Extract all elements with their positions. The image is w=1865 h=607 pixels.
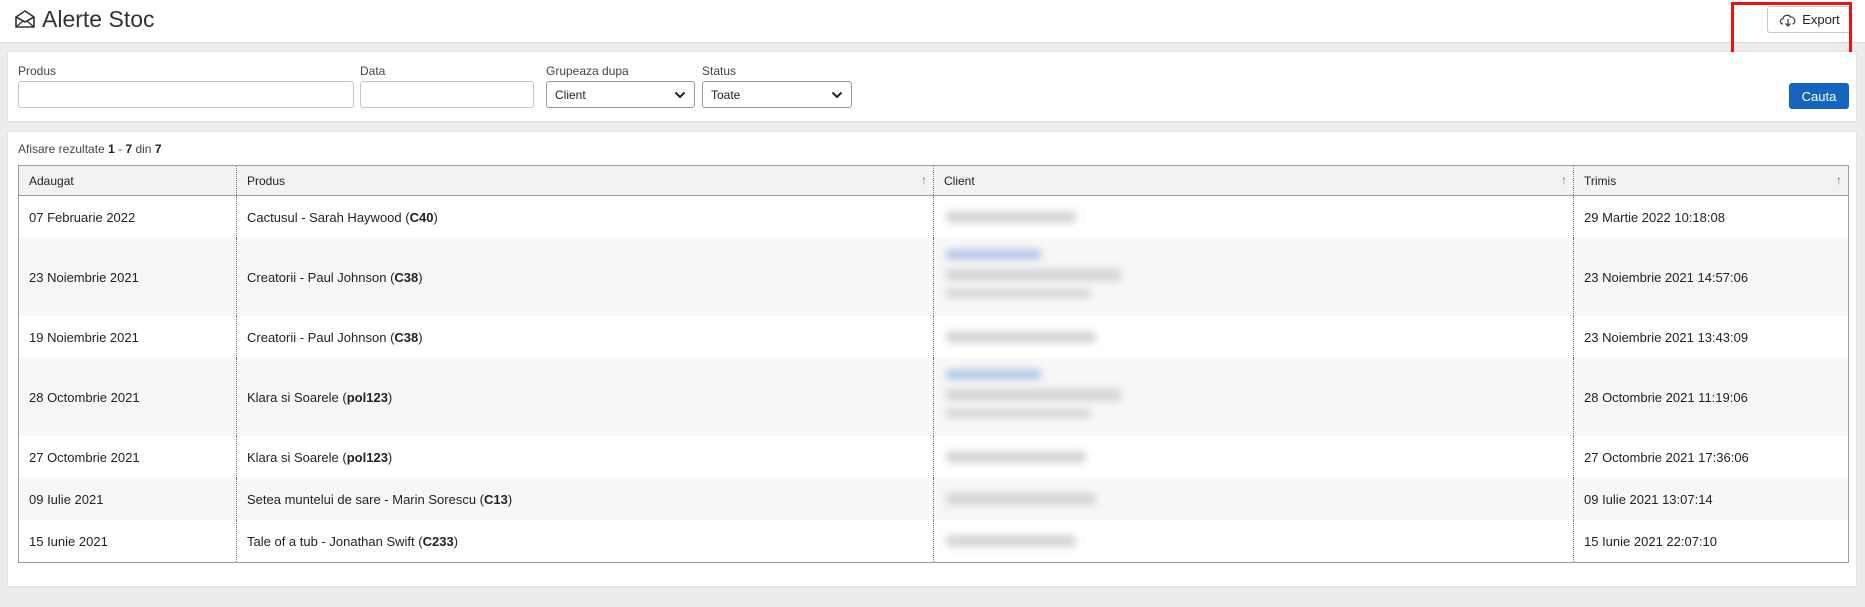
table-row: 15 Iunie 2021 Tale of a tub - Jonathan Sw… xyxy=(18,520,1849,563)
cell-trimis: 09 Iulie 2021 13:07:14 xyxy=(1573,478,1849,520)
client-info-blurred xyxy=(944,358,1563,436)
results-dash: - xyxy=(118,142,123,156)
product-code: C233 xyxy=(422,533,454,549)
results-total: 7 xyxy=(154,142,162,156)
table-row: 27 Octombrie 2021 Klara si Soarele (pol12… xyxy=(19,436,1849,478)
cell-adaugat: 07 Februarie 2022 xyxy=(29,209,136,225)
page-title: Alerte Stoc xyxy=(14,4,155,34)
cell-produs: Creatorii - Paul Johnson (C38) xyxy=(236,316,934,358)
data-input[interactable] xyxy=(360,81,534,108)
cell-trimis: 28 Octombrie 2021 11:19:06 xyxy=(1573,358,1849,436)
cell-client xyxy=(933,238,1574,316)
column-header-trimis[interactable]: Trimis ↑ xyxy=(1573,165,1849,196)
table-row: 07 Februarie 2022 Cactusul - Sarah Haywoo… xyxy=(19,195,1849,238)
cell-client xyxy=(933,358,1574,436)
cell-produs: Cactusul - Sarah Haywood (C40) xyxy=(236,195,934,238)
product-name: Creatorii - Paul Johnson xyxy=(247,269,387,285)
cell-trimis: 23 Noiembrie 2021 14:57:06 xyxy=(1573,238,1849,316)
product-name: Klara si Soarele xyxy=(247,449,339,465)
product-name: Klara si Soarele xyxy=(247,389,339,405)
client-info-blurred xyxy=(944,436,1563,478)
sort-icon[interactable]: ↑ xyxy=(921,173,927,187)
cell-adaugat: 27 Octombrie 2021 xyxy=(29,449,140,465)
results-summary: Afisare rezultate 1 - 7 din 7 xyxy=(18,142,162,156)
cell-trimis: 15 Iunie 2021 22:07:10 xyxy=(1573,520,1849,563)
cell-trimis: 23 Noiembrie 2021 13:43:09 xyxy=(1573,316,1849,358)
cell-client xyxy=(933,195,1574,238)
client-info-blurred xyxy=(944,478,1563,520)
alerts-table: Adaugat Produs ↑ Client ↑ Trimis ↑ 07 Febru… xyxy=(18,165,1849,563)
product-code: pol123 xyxy=(346,389,388,405)
status-label: Status xyxy=(702,64,737,78)
client-info-blurred xyxy=(944,238,1563,316)
table-header-row: Adaugat Produs ↑ Client ↑ Trimis ↑ xyxy=(18,165,1849,196)
data-label: Data xyxy=(360,64,386,78)
search-button-label: Cauta xyxy=(1801,88,1837,104)
table-row: 09 Iulie 2021 Setea muntelui de sare - Ma… xyxy=(18,478,1849,520)
table-body: 07 Februarie 2022 Cactusul - Sarah Haywoo… xyxy=(18,195,1849,563)
cell-adaugat: 09 Iulie 2021 xyxy=(18,478,237,520)
cell-adaugat: 23 Noiembrie 2021 xyxy=(18,238,237,316)
cell-client xyxy=(933,316,1574,358)
cell-client xyxy=(933,520,1574,563)
product-name: Tale of a tub - Jonathan Swift xyxy=(247,533,415,549)
client-info-blurred xyxy=(944,196,1563,238)
client-info-blurred xyxy=(944,316,1563,358)
grupare-selected-value: Client xyxy=(555,87,586,102)
product-code: C38 xyxy=(394,329,419,345)
cell-trimis: 29 Martie 2022 10:18:08 xyxy=(1573,195,1849,238)
cell-produs: Creatorii - Paul Johnson (C38) xyxy=(236,238,934,316)
table-row: 19 Noiembrie 2021 Creatorii - Paul Johnso… xyxy=(19,316,1849,358)
cell-adaugat: 19 Noiembrie 2021 xyxy=(29,329,139,345)
results-panel: Afisare rezultate 1 - 7 din 7 Adaugat Pr… xyxy=(8,132,1856,586)
product-name: Cactusul - Sarah Haywood xyxy=(247,209,402,225)
cell-produs: Klara si Soarele (pol123) xyxy=(236,358,934,436)
page-title-text: Alerte Stoc xyxy=(42,5,155,32)
product-code: C40 xyxy=(409,209,434,225)
filter-panel: Produs Data Grupeaza dupa Client Status … xyxy=(8,52,1856,121)
results-prefix: Afisare rezultate xyxy=(18,142,105,156)
product-name: Setea muntelui de sare - Marin Sorescu xyxy=(247,491,477,507)
column-header-adaugat[interactable]: Adaugat xyxy=(18,165,237,196)
results-of-word: din xyxy=(135,142,152,156)
cell-client xyxy=(933,478,1574,520)
table-row: 23 Noiembrie 2021 Creatorii - Paul Johnso… xyxy=(18,238,1849,316)
cell-produs: Tale of a tub - Jonathan Swift (C233) xyxy=(236,520,934,563)
grupare-label: Grupeaza dupa xyxy=(546,64,629,78)
grupare-select[interactable]: Client xyxy=(546,81,695,108)
cell-client xyxy=(933,436,1574,478)
envelope-open-icon xyxy=(15,10,35,28)
search-button[interactable]: Cauta xyxy=(1789,83,1849,109)
product-code: pol123 xyxy=(346,449,388,465)
results-to: 7 xyxy=(125,142,133,156)
product-code: C13 xyxy=(484,491,508,507)
client-info-blurred xyxy=(944,520,1563,562)
chevron-down-icon xyxy=(831,91,843,98)
product-code: C38 xyxy=(394,269,419,285)
produs-label: Produs xyxy=(18,64,57,78)
cell-produs: Klara si Soarele (pol123) xyxy=(236,436,934,478)
sort-icon[interactable]: ↑ xyxy=(1561,173,1567,187)
produs-input[interactable] xyxy=(18,81,354,108)
results-from: 1 xyxy=(108,142,115,156)
cell-trimis: 27 Octombrie 2021 17:36:06 xyxy=(1573,436,1849,478)
cell-produs: Setea muntelui de sare - Marin Sorescu (… xyxy=(236,478,934,520)
chevron-down-icon xyxy=(674,91,686,98)
status-selected-value: Toate xyxy=(711,87,741,102)
product-name: Creatorii - Paul Johnson xyxy=(247,329,387,345)
table-row: 28 Octombrie 2021 Klara si Soarele (pol12… xyxy=(18,358,1849,436)
status-select[interactable]: Toate xyxy=(702,81,852,108)
cell-adaugat: 28 Octombrie 2021 xyxy=(18,358,237,436)
sort-icon[interactable]: ↑ xyxy=(1836,173,1842,187)
page-header: Alerte Stoc Export xyxy=(0,0,1865,43)
column-header-client[interactable]: Client ↑ xyxy=(933,165,1574,196)
column-header-produs[interactable]: Produs ↑ xyxy=(236,165,934,196)
cell-adaugat: 15 Iunie 2021 xyxy=(18,520,237,563)
